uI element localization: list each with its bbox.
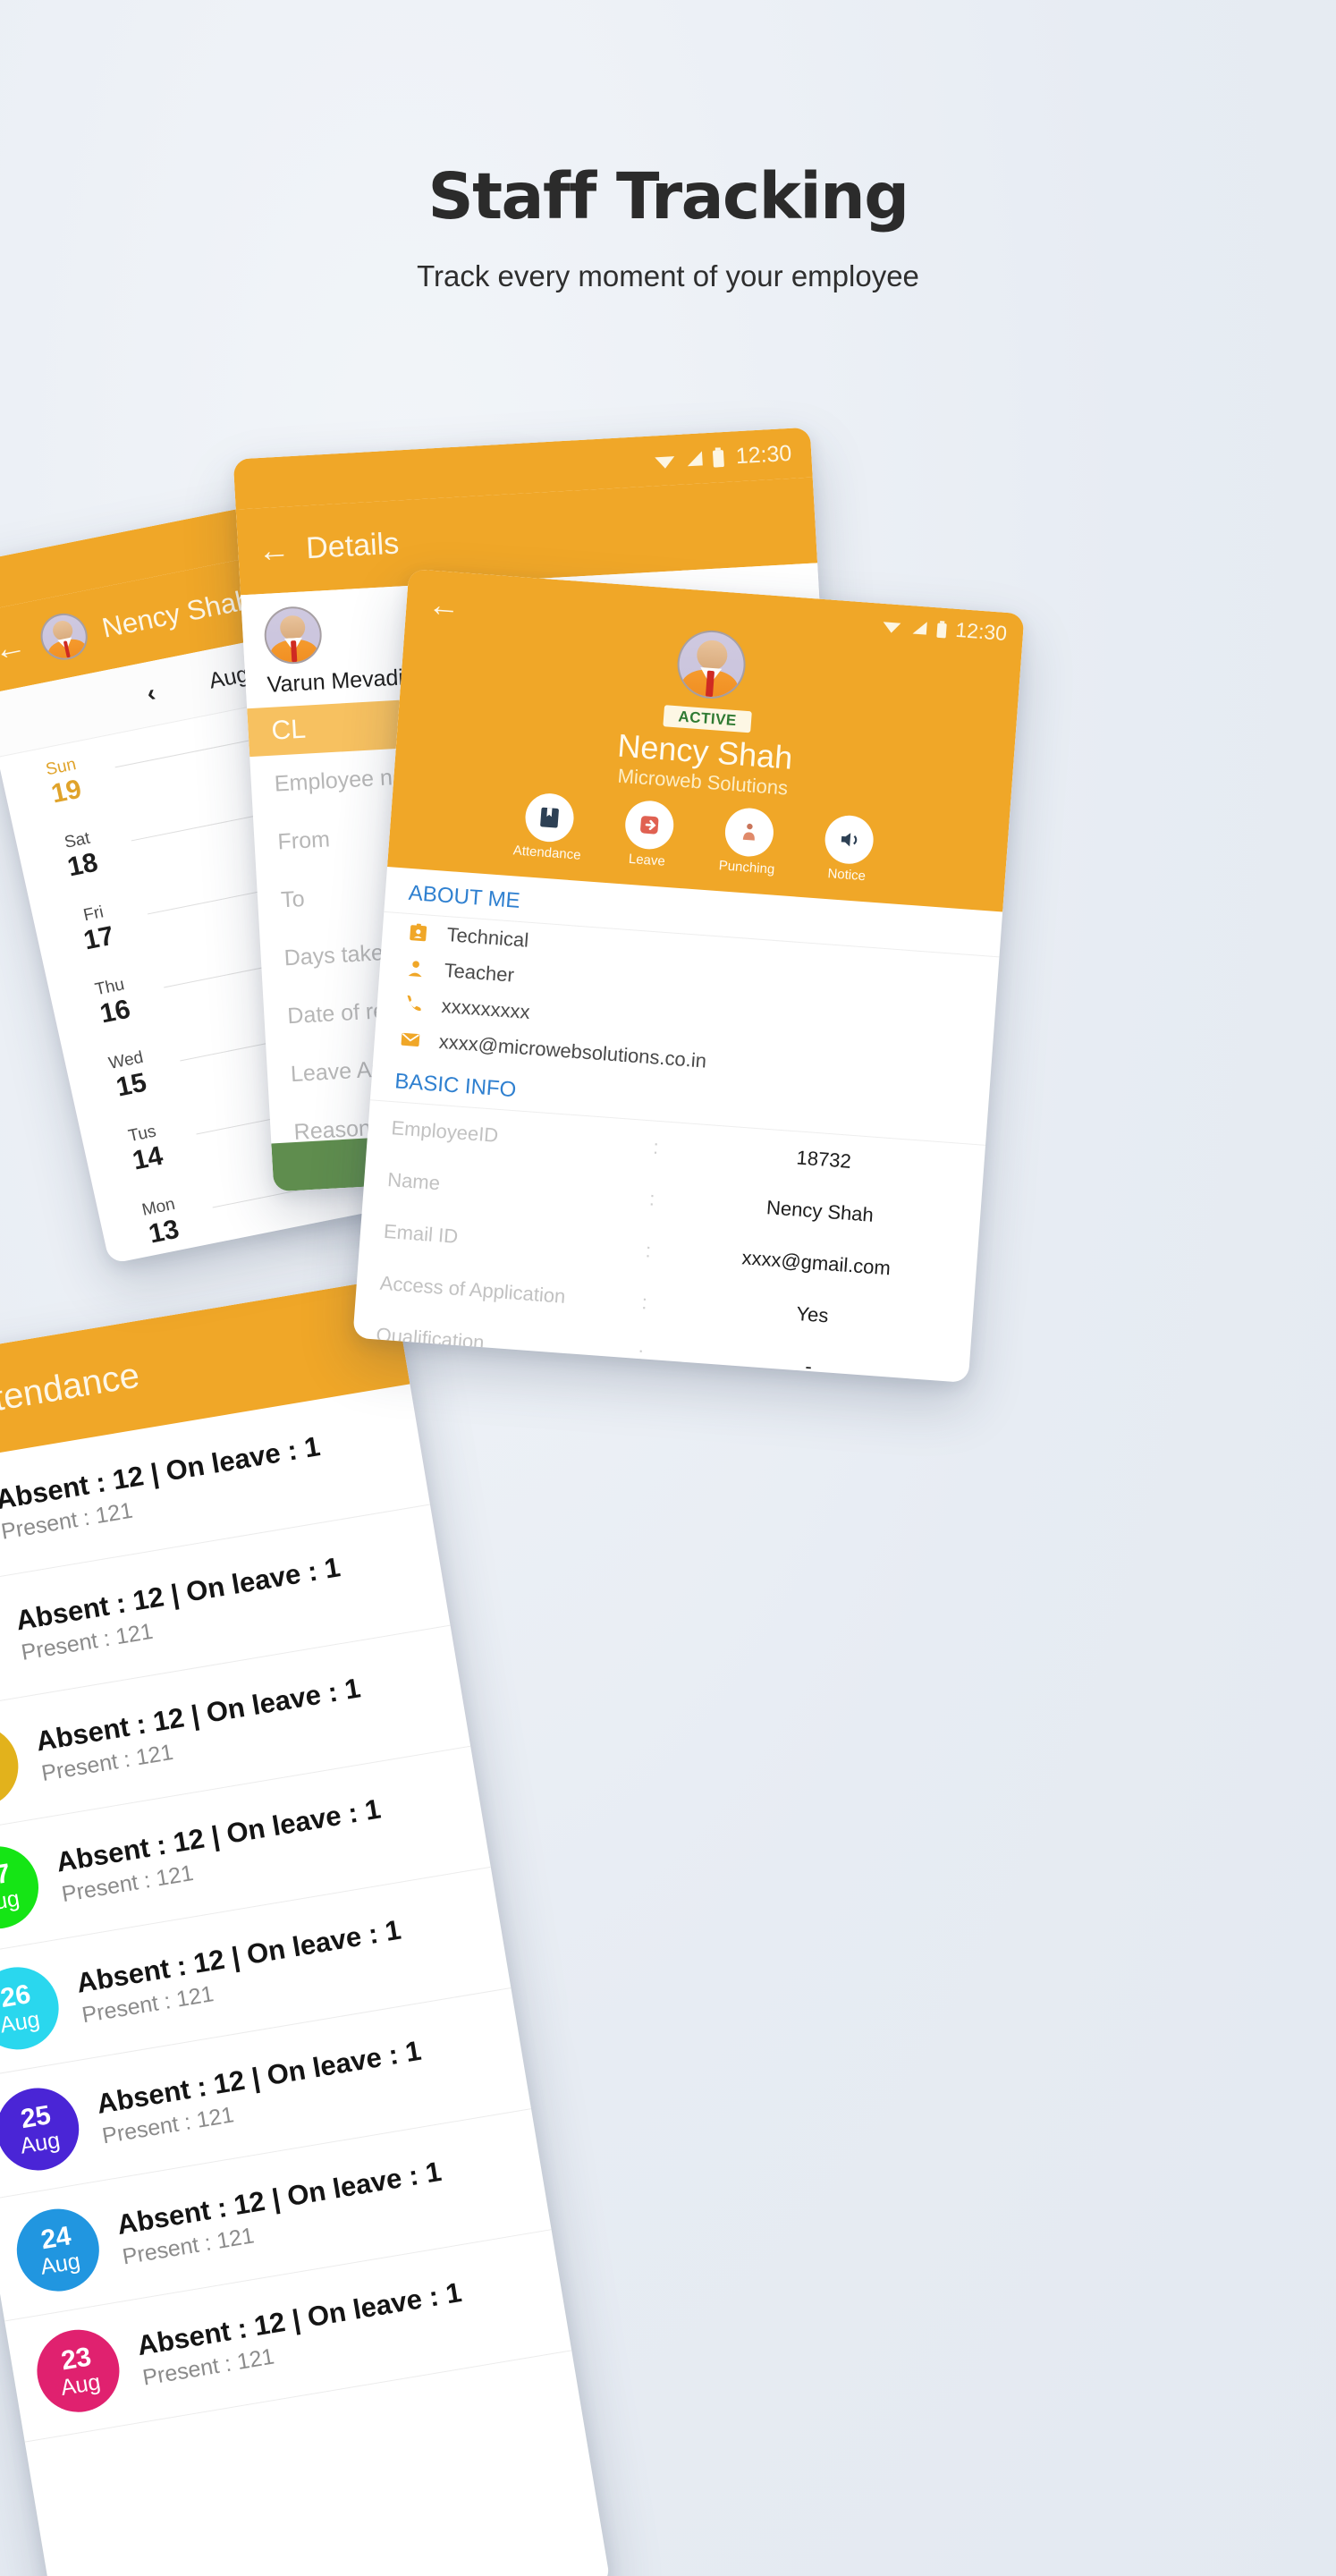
profile-action-leave[interactable]: Leave [608, 798, 689, 870]
attendance-month: Aug [18, 2127, 63, 2159]
about-me-value: Technical [445, 923, 530, 952]
attendance-summary: Absent : 12 | On leave : 1 Present : 121 [13, 1551, 347, 1666]
phone-icon [400, 991, 427, 1018]
avatar[interactable] [674, 628, 748, 701]
basic-info-key: EmployeeID [390, 1116, 500, 1147]
timeline-date: Sat 18 [38, 824, 123, 888]
attendance-month: Aug [38, 2248, 82, 2280]
back-arrow-icon[interactable]: ← [427, 586, 461, 625]
basic-info-key: Name [386, 1167, 441, 1195]
attendance-month: Aug [0, 1885, 21, 1918]
chevron-left-icon[interactable]: ‹ [144, 679, 158, 708]
back-arrow-icon[interactable]: ← [0, 626, 30, 668]
attendance-date-badge: 28Aug [0, 1719, 25, 1815]
profile-action-punching[interactable]: Punching [708, 805, 790, 877]
timeline-date: Sun 19 [21, 750, 107, 815]
basic-info-key: Qualification [375, 1323, 486, 1354]
kv-separator: : [648, 1187, 656, 1210]
status-bar: 12:30 [881, 613, 1008, 646]
signal-icon [688, 451, 704, 467]
profile-action-label: Leave [628, 851, 666, 869]
basic-info-value: 18732 [795, 1146, 852, 1173]
basic-info-value: - [804, 1354, 813, 1378]
basic-info-value: Nency Shah [765, 1196, 875, 1226]
attendance-appbar-title: Staff Attendance [0, 1355, 142, 1437]
status-icons [653, 447, 725, 470]
kv-separator: : [637, 1343, 645, 1366]
basic-info-key: Email ID [383, 1219, 460, 1248]
signal-icon [912, 621, 928, 635]
battery-icon [936, 620, 948, 638]
attendance-date-badge: 23 Aug [30, 2323, 126, 2419]
attendance-month: Aug [0, 2006, 42, 2038]
about-me-value: xxxxxxxxx [440, 994, 531, 1024]
attendance-book-icon[interactable] [523, 792, 576, 844]
profile-header: 12:30 ← ACTIVE Nency Shah Microweb Solut… [387, 568, 1025, 912]
attendance-summary: Absent : 12 | On leave : 1 Present : 121 [34, 1672, 368, 1787]
attendance-date-badge: 26 Aug [0, 1961, 65, 2056]
basic-info-list: EmployeeID: 18732 Name: Nency Shah Email ID:… [352, 1100, 985, 1383]
notice-speaker-icon[interactable] [823, 813, 875, 866]
timeline-date: Thu 16 [70, 970, 156, 1035]
kv-separator: : [652, 1135, 660, 1159]
mail-icon [397, 1026, 424, 1053]
details-title: Details [305, 525, 401, 565]
leave-exit-icon[interactable] [623, 799, 676, 852]
punching-hand-icon[interactable] [723, 806, 775, 859]
promo-canvas: Staff Tracking Track every moment of you… [0, 0, 1336, 2576]
basic-info-value: Yes [795, 1301, 830, 1327]
attendance-summary: Absent : 12 | On leave : 1 Present : 121 [95, 2034, 428, 2149]
profile-action-notice[interactable]: Notice [808, 813, 889, 886]
basic-info-value: xxxx@gmail.com [740, 1246, 892, 1280]
profile-action-label: Attendance [512, 843, 582, 863]
kv-separator: : [644, 1239, 652, 1262]
avatar[interactable] [36, 609, 92, 665]
timeline-employee-name: Nency Shah [98, 583, 255, 644]
attendance-date-badge: 29Aug [0, 1598, 4, 1693]
attendance-summary: Absent : 12 | On leave : 1 Present : 121 [74, 1913, 408, 2029]
timeline-date: Mon 13 [119, 1191, 205, 1255]
timeline-date: Tus 14 [103, 1117, 189, 1182]
attendance-summary: Absent : 12 | On leave : 1 Present : 121 [0, 1430, 327, 1546]
status-badge: ACTIVE [663, 705, 752, 733]
kv-separator: : [640, 1291, 648, 1314]
page-subtitle: Track every moment of your employee [417, 259, 919, 292]
attendance-month: Aug [0, 1765, 1, 1796]
attendance-summary: Absent : 12 | On leave : 1 Present : 121 [114, 2155, 448, 2270]
basic-info-key: Access of Application [379, 1271, 567, 1308]
timeline-date: Fri 17 [54, 897, 140, 962]
status-time: 12:30 [734, 440, 792, 469]
profile-action-attendance[interactable]: Attendance [508, 791, 589, 863]
about-me-value: Teacher [443, 959, 515, 987]
attendance-date-badge: 27 Aug [0, 1840, 45, 1936]
avatar [262, 605, 324, 665]
attendance-summary: Absent : 12 | On leave : 1 Present : 121 [54, 1792, 387, 1908]
profile-action-label: Notice [826, 866, 867, 885]
attendance-date-badge: 24 Aug [10, 2202, 106, 2298]
attendance-summary: Absent : 12 | On leave : 1 Present : 121 [135, 2276, 469, 2392]
person-icon [402, 955, 429, 982]
status-time: 12:30 [954, 617, 1008, 646]
attendance-date-badge: 25 Aug [0, 2081, 86, 2177]
back-arrow-icon[interactable]: ← [257, 530, 291, 569]
wifi-icon [884, 621, 901, 633]
phone-screen-employee-profile: 12:30 ← ACTIVE Nency Shah Microweb Solut… [352, 568, 1025, 1384]
id-card-icon [405, 919, 432, 946]
attendance-list[interactable]: 30AugAbsent : 12 | On leave : 1Present :… [0, 1384, 572, 2443]
wifi-icon [655, 456, 675, 469]
timeline-date: Wed 15 [86, 1044, 172, 1108]
battery-icon [713, 447, 725, 468]
details-user-name: Varun Mevadia [266, 664, 417, 698]
page-title: Staff Tracking [427, 159, 909, 233]
attendance-month: Aug [58, 2368, 103, 2401]
profile-action-label: Punching [718, 858, 775, 877]
phone-screen-staff-attendance: Staff Attendance 30AugAbsent : 12 | On l… [0, 1277, 611, 2576]
